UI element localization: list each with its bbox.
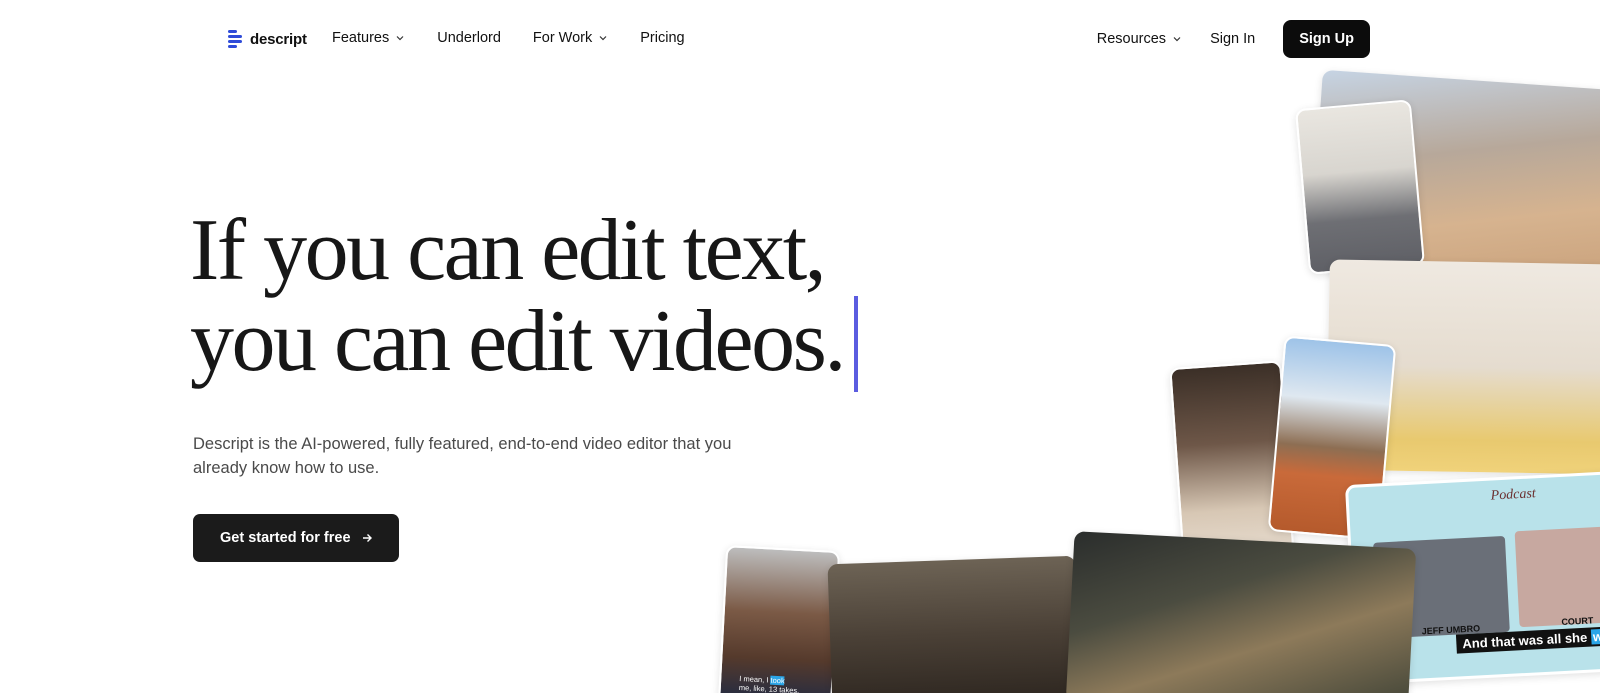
nav-item-pricing[interactable]: Pricing [640, 30, 684, 46]
nav-item-label: Underlord [437, 30, 501, 46]
page: descript Features Underlord For Work Pri… [0, 0, 1600, 693]
signup-button[interactable]: Sign Up [1283, 20, 1370, 58]
nav-item-underlord[interactable]: Underlord [437, 30, 501, 46]
studio-scene-image [827, 555, 1081, 693]
caption-highlight: wrote [1590, 627, 1600, 645]
primary-nav: Features Underlord For Work Pricing [332, 30, 685, 46]
get-started-button[interactable]: Get started for free [193, 514, 399, 562]
headline-line-1: If you can edit text, [190, 202, 827, 299]
caption-text-2: me, like, 13 takes. [738, 682, 800, 693]
logo[interactable]: descript [228, 29, 307, 49]
caption-text: And that was all she [1462, 629, 1588, 652]
nav-item-label: For Work [532, 30, 593, 46]
hero-subhead: Descript is the AI-powered, fully featur… [193, 435, 732, 477]
creator-selfie-image [1294, 99, 1426, 275]
host-name-right: COURT [1561, 615, 1594, 628]
logo-text: descript [250, 30, 307, 48]
podcast-logo: Podcast [1490, 486, 1537, 504]
headline-line-2: you can edit videos. [190, 293, 846, 390]
nav-item-features[interactable]: Features [332, 30, 405, 46]
nav-actions: Resources Sign In Sign Up [1097, 20, 1370, 58]
podcast-host-right [1514, 526, 1600, 628]
nav-item-label: Features [332, 30, 390, 46]
headphones-woman-image [1065, 531, 1417, 693]
arrow-right-icon [362, 534, 372, 542]
portrait-video-tile: I mean, I took me, like, 13 takes. [717, 545, 841, 693]
text-cursor [853, 296, 858, 392]
top-nav: descript Features Underlord For Work Pri… [0, 0, 1600, 78]
descript-logo-icon [228, 30, 242, 48]
portrait-caption: I mean, I took me, like, 13 takes. [739, 674, 800, 693]
hero-headline: If you can edit text, you can edit video… [190, 206, 950, 392]
chevron-down-icon [1173, 37, 1181, 42]
nav-item-label: Pricing [640, 30, 685, 46]
cta-label: Get started for free [220, 530, 351, 546]
nav-item-for-work[interactable]: For Work [533, 30, 608, 46]
chevron-down-icon [396, 36, 404, 41]
signin-link[interactable]: Sign In [1210, 31, 1255, 47]
chevron-down-icon [599, 36, 607, 41]
nav-item-resources[interactable]: Resources [1097, 31, 1182, 47]
nav-item-label: Resources [1096, 31, 1167, 47]
